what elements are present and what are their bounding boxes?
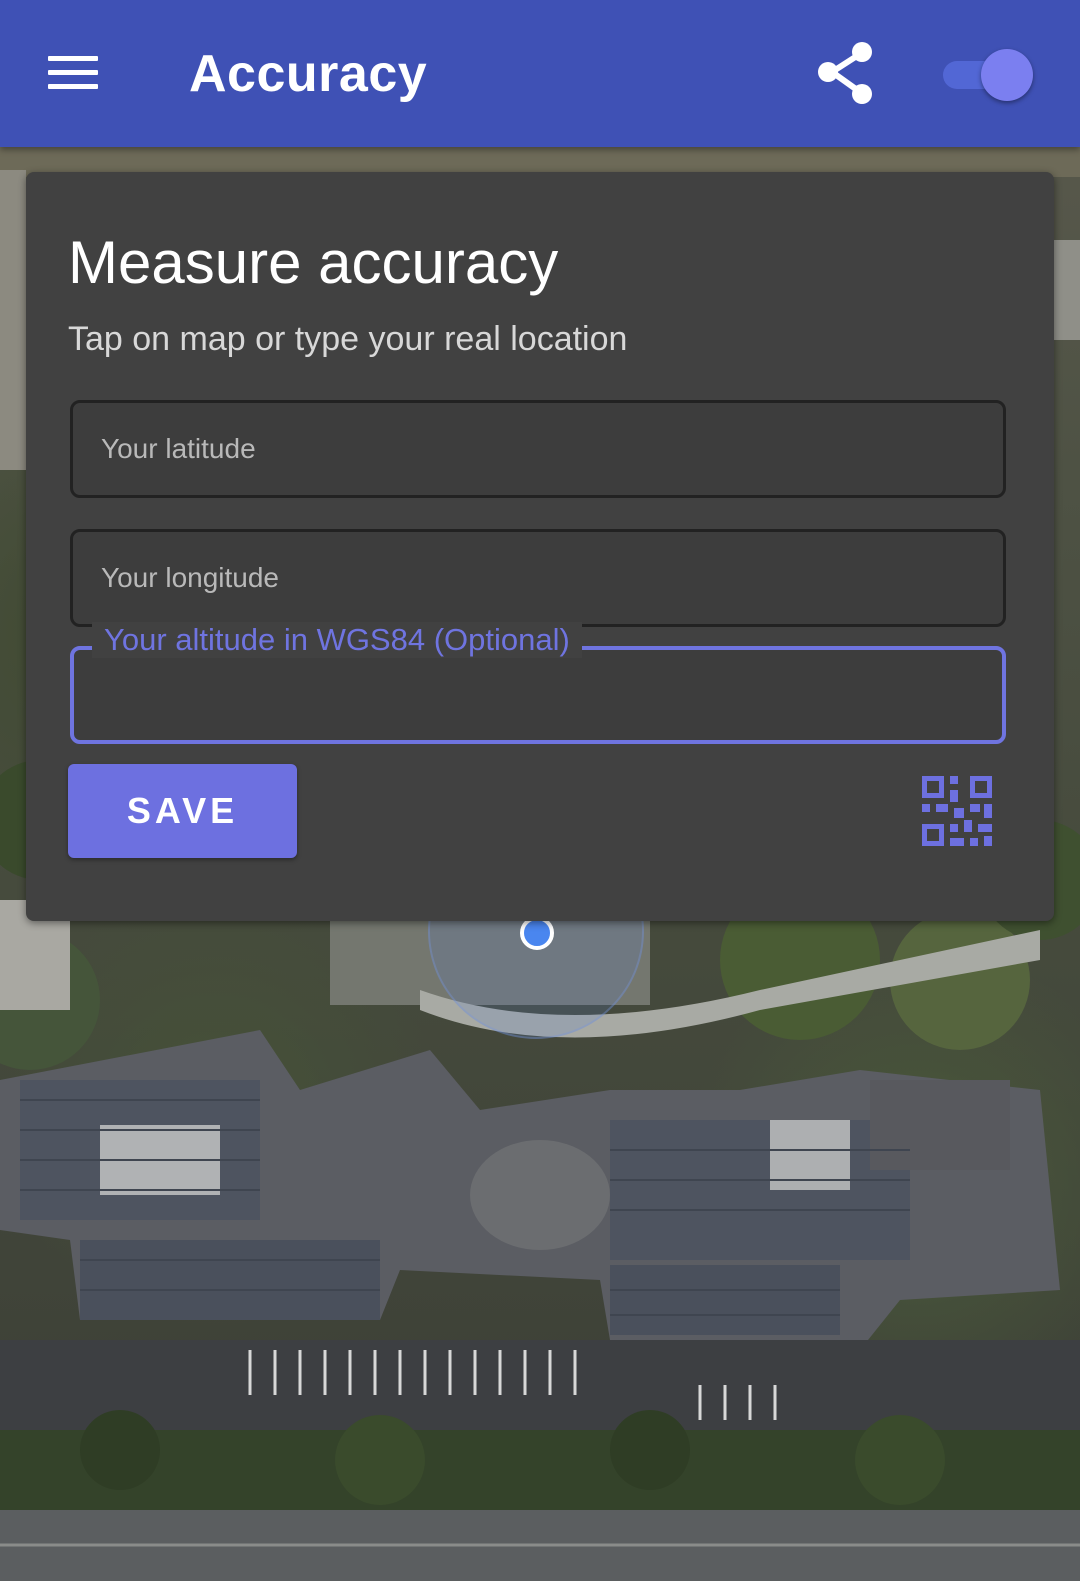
hamburger-menu-icon[interactable] bbox=[40, 40, 104, 104]
menu-line bbox=[48, 70, 98, 75]
longitude-field bbox=[70, 529, 1006, 627]
card-subtitle: Tap on map or type your real location bbox=[68, 320, 628, 358]
latitude-input[interactable] bbox=[73, 403, 1003, 495]
menu-line bbox=[48, 84, 98, 89]
card-title: Measure accuracy bbox=[68, 229, 559, 296]
altitude-input[interactable] bbox=[74, 650, 1002, 740]
save-button[interactable]: SAVE bbox=[68, 764, 297, 858]
qr-code-icon[interactable] bbox=[918, 772, 998, 852]
current-location-marker[interactable] bbox=[520, 916, 554, 950]
altitude-field: Your altitude in WGS84 (Optional) bbox=[70, 622, 1006, 744]
app-bar: Accuracy bbox=[0, 0, 1080, 147]
menu-line bbox=[48, 56, 98, 61]
tracking-toggle-switch[interactable] bbox=[937, 49, 1033, 101]
measure-accuracy-card: Measure accuracy Tap on map or type your… bbox=[26, 172, 1054, 921]
app-title: Accuracy bbox=[189, 45, 428, 103]
longitude-input[interactable] bbox=[73, 532, 1003, 624]
latitude-field bbox=[70, 400, 1006, 498]
toggle-thumb bbox=[981, 49, 1033, 101]
share-icon[interactable] bbox=[812, 38, 882, 108]
